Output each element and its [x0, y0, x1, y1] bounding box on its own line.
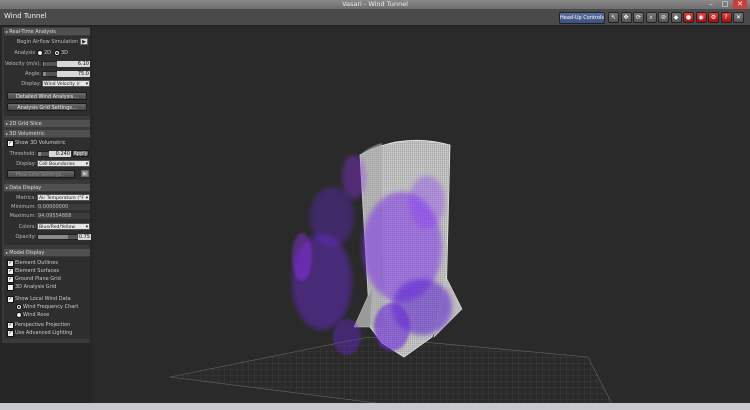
minimum-value: 0.00000000 [37, 204, 90, 210]
show-local-wind-checkbox[interactable]: ✓ [7, 296, 14, 303]
angle-label: Angle: [25, 71, 41, 77]
velocity-field[interactable]: 6.10 [57, 61, 90, 67]
analysis-2d-radio[interactable] [37, 50, 43, 56]
threshold-slider[interactable]: 0.240 [37, 151, 71, 157]
pan-icon[interactable]: ✥ [620, 12, 632, 23]
metrics-label: Metrics: [16, 195, 36, 201]
show-volumetric-checkbox[interactable]: ✓ [7, 140, 14, 147]
advanced-lighting-label: Use Advanced Lighting [15, 330, 73, 336]
flow-play-button[interactable]: ▶ [81, 170, 89, 177]
close-panel-icon[interactable]: ✕ [733, 12, 744, 23]
analysis-grid-settings-button[interactable]: Analysis Grid Settings... [7, 103, 87, 111]
record-icon[interactable]: ● [683, 12, 694, 23]
maximize-button[interactable]: □ [718, 0, 732, 9]
analysis-grid-3d-checkbox[interactable] [7, 284, 14, 291]
threshold-slider-fill [38, 152, 41, 156]
velocity-slider[interactable]: 6.10 [42, 61, 90, 67]
zoom-icon[interactable]: ⌕ [645, 12, 657, 23]
volumetric-header[interactable]: 3D Volumetric [4, 130, 90, 137]
maximum-label: Maximum: [9, 213, 36, 219]
perspective-checkbox[interactable]: ✓ [7, 322, 14, 329]
model-display-section: ✓ Element Outlines ✓ Element Surfaces ✓ … [4, 257, 90, 339]
show-local-wind-label: Show Local Wind Data [15, 296, 71, 302]
opacity-slider-fill [38, 235, 68, 239]
flow-line-settings-button[interactable]: Flow Line Settings... [7, 170, 75, 178]
minimize-button[interactable]: – [704, 0, 718, 9]
realtime-analysis-header[interactable]: Real-Time Analysis [4, 28, 90, 35]
grid-slice-header[interactable]: 2D Grid Slice [4, 120, 90, 127]
show-volumetric-label: Show 3D Volumetric [15, 140, 66, 146]
begin-simulation-button[interactable]: ▶ [80, 38, 88, 45]
detailed-wind-analysis-button[interactable]: Detailed Wind Analysis... [7, 92, 87, 100]
opacity-label: Opacity: [15, 234, 36, 240]
help-icon[interactable]: ? [720, 12, 732, 23]
angle-slider-fill [43, 72, 46, 76]
element-surfaces-checkbox[interactable]: ✓ [7, 268, 14, 275]
threshold-label: Threshold: [9, 151, 36, 157]
view-cube-icon[interactable]: ◆ [670, 12, 682, 23]
3d-viewport[interactable] [92, 27, 750, 405]
threshold-field[interactable]: 0.240 [49, 151, 71, 157]
perspective-label: Perspective Projection [15, 322, 71, 328]
select-icon[interactable]: ↖ [608, 12, 619, 23]
colors-select[interactable]: Blue/Red/Yellow [37, 223, 90, 230]
analysis-2d-label: 2D [44, 50, 52, 56]
analysis-3d-label: 3D [61, 50, 69, 56]
volumetric-display-label: Display: [16, 161, 36, 167]
wind-rose-radio[interactable] [16, 312, 22, 318]
toolbar: Wind Tunnel Head-Up Controls ↖ ✥ ⟳ ⌕ ⊘ ◆ ● ◉ ⚙? ✕ [0, 9, 750, 26]
maximum-value: 94.09554888 [37, 213, 90, 219]
window-title: Vasari - Wind Tunnel [342, 0, 408, 8]
data-display-section: Metrics: Air Temperature (°F Minimum: 0.… [4, 192, 91, 245]
colors-label: Colors: [18, 224, 36, 230]
analysis-label: Analysis [14, 50, 35, 56]
ground-plane-grid-label: Ground Plane Grid [15, 276, 61, 282]
velocity-slider-fill [43, 62, 45, 66]
analysis-panel: Real-Time Analysis Begin Airflow Simulat… [2, 27, 91, 343]
advanced-lighting-checkbox[interactable]: ✓ [7, 330, 14, 337]
velocity-label: Velocity (m/s): [5, 61, 41, 67]
wind-frequency-radio[interactable] [16, 304, 22, 310]
element-outlines-checkbox[interactable]: ✓ [7, 260, 14, 267]
model-display-header[interactable]: Model Display [4, 249, 90, 256]
display-label: Display: [21, 81, 41, 87]
display-select[interactable]: Wind Velocity (r [42, 80, 90, 87]
opacity-slider[interactable]: 0.75 [37, 234, 91, 240]
wind-rose-label: Wind Rose [23, 312, 50, 318]
begin-simulation-label: Begin Airflow Simulation [16, 39, 78, 45]
section-icon[interactable]: ⊘ [658, 12, 669, 23]
metrics-select[interactable]: Air Temperature (°F [37, 194, 90, 201]
element-outlines-label: Element Outlines [15, 260, 58, 266]
head-up-controls-button[interactable]: Head-Up Controls [559, 12, 605, 24]
analysis-grid-3d-label: 3D Analysis Grid [15, 284, 57, 290]
close-button[interactable]: ✕ [733, 0, 747, 9]
angle-field[interactable]: 75.0 [57, 71, 90, 77]
wind-frequency-label: Wind Frequency Chart [23, 304, 79, 310]
volumetric-section: ✓ Show 3D Volumetric Threshold: 0.240 Ap… [4, 138, 90, 180]
app-name: Wind Tunnel [4, 12, 47, 20]
wind-tunnel-scene [169, 139, 613, 405]
minimum-label: Minimum: [11, 204, 36, 210]
angle-slider[interactable]: 75.0 [42, 71, 90, 77]
settings-icon[interactable]: ⚙ [708, 12, 719, 23]
camera-icon[interactable]: ◉ [695, 12, 707, 23]
ground-plane-grid-checkbox[interactable]: ✓ [7, 276, 14, 283]
element-surfaces-label: Element Surfaces [15, 268, 59, 274]
taskbar [0, 403, 750, 410]
analysis-3d-radio[interactable] [54, 50, 60, 56]
data-display-header[interactable]: Data Display [4, 184, 90, 191]
realtime-analysis-section: Begin Airflow Simulation ▶ Analysis 2D 3… [4, 36, 90, 116]
window-titlebar: Vasari - Wind Tunnel – □ ✕ [0, 0, 750, 9]
opacity-field[interactable]: 0.75 [78, 234, 91, 240]
volumetric-display-select[interactable]: Cell Boundaries [37, 160, 90, 167]
threshold-apply-button[interactable]: Apply [72, 150, 89, 157]
orbit-icon[interactable]: ⟳ [633, 12, 644, 23]
